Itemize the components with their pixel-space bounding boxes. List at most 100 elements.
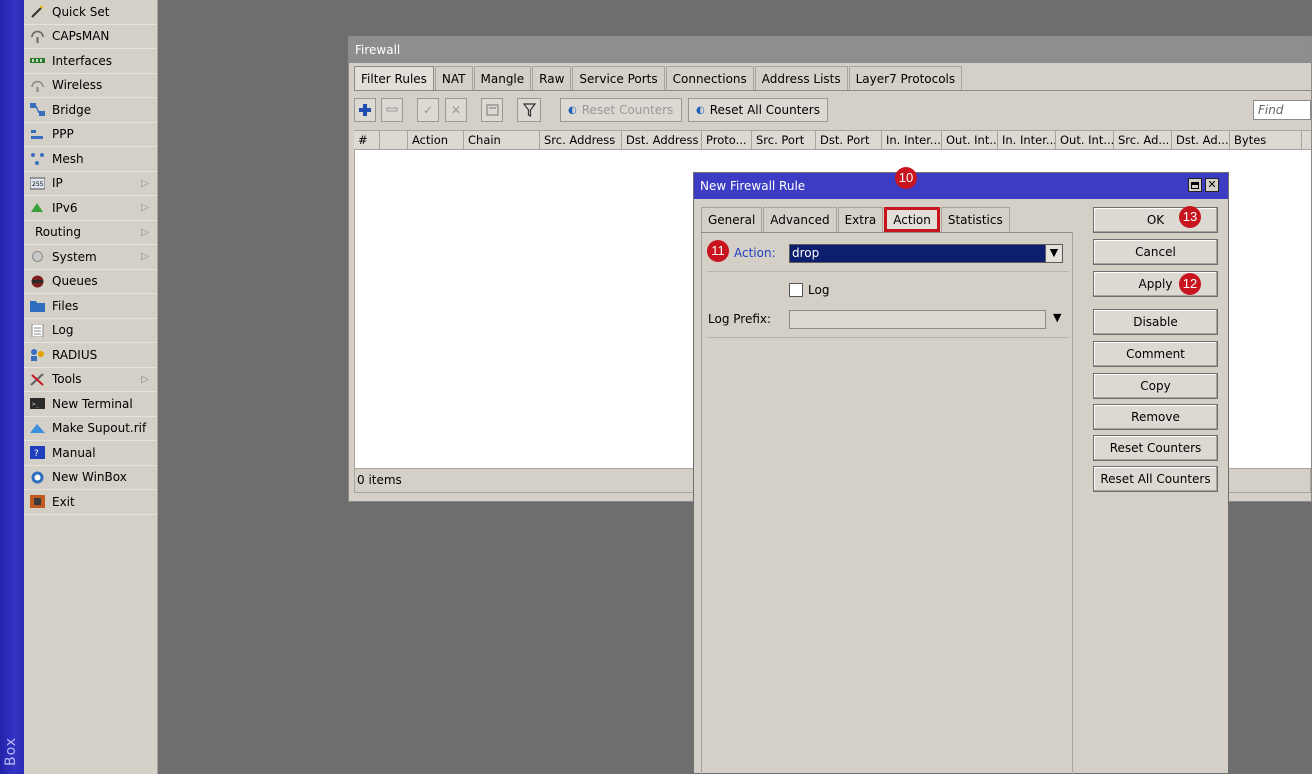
tab-connections[interactable]: Connections: [665, 66, 754, 91]
column-header[interactable]: Proto...: [702, 131, 752, 150]
tab-service-ports[interactable]: Service Ports: [572, 66, 665, 91]
sidebar-item-make-supout-rif[interactable]: Make Supout.rif: [24, 417, 157, 441]
sidebar-item-exit[interactable]: Exit: [24, 490, 157, 515]
system-icon: [30, 250, 45, 263]
close-icon: ✕: [1207, 178, 1217, 191]
action-select[interactable]: drop: [789, 244, 1052, 263]
sidebar-item-quick-set[interactable]: Quick Set: [24, 0, 157, 25]
minus-icon: [386, 107, 398, 112]
reset-icon: ◐: [568, 104, 577, 116]
sidebar-item-interfaces[interactable]: Interfaces: [24, 49, 157, 74]
dialog-tab-general[interactable]: General: [701, 207, 763, 232]
column-header[interactable]: Src. Ad...: [1114, 131, 1172, 150]
column-header[interactable]: Dst. Port: [816, 131, 882, 150]
tab-filter-rules[interactable]: Filter Rules: [354, 66, 434, 91]
column-header[interactable]: Out. Int...: [1056, 131, 1114, 150]
dialog-tabs: General Advanced Extra Action Statistics: [701, 207, 1011, 232]
sidebar-item-tools[interactable]: Tools ▷: [24, 368, 157, 392]
column-header[interactable]: Bytes: [1230, 131, 1302, 150]
remove-button[interactable]: Remove: [1093, 404, 1218, 430]
action-dropdown-button[interactable]: ▼: [1045, 244, 1063, 263]
submenu-arrow-icon: ▷: [141, 251, 149, 262]
maximize-icon: [1191, 181, 1199, 189]
find-input[interactable]: Find: [1253, 100, 1311, 120]
sidebar-item-radius[interactable]: RADIUS: [24, 343, 157, 368]
column-header[interactable]: [380, 131, 408, 150]
step-badge-12: 12: [1179, 273, 1201, 295]
dialog-tab-statistics[interactable]: Statistics: [940, 207, 1010, 232]
column-header[interactable]: Dst. Ad...: [1172, 131, 1230, 150]
column-header[interactable]: In. Inter...: [998, 131, 1056, 150]
sidebar-item-files[interactable]: Files: [24, 294, 157, 319]
firewall-toolbar: ✓ ✕ ◐ Reset Counters ◐ Reset All Counter…: [354, 97, 1311, 123]
cross-icon: ✕: [450, 103, 462, 117]
sidebar-item-wireless[interactable]: Wireless: [24, 74, 157, 98]
sidebar-item-label: IPv6: [52, 200, 78, 215]
sidebar-item-new-terminal[interactable]: >_ New Terminal: [24, 392, 157, 417]
enable-button[interactable]: ✓: [417, 98, 439, 122]
rules-column-header: # Action Chain Src. Address Dst. Address Prot…: [354, 130, 1311, 150]
cancel-button[interactable]: Cancel: [1093, 239, 1218, 265]
ppp-icon: [30, 128, 45, 141]
tab-address-lists[interactable]: Address Lists: [754, 66, 848, 91]
tab-raw[interactable]: Raw: [532, 66, 572, 91]
reset-counters-button[interactable]: ◐ Reset Counters: [560, 98, 682, 122]
column-header[interactable]: Src. Address: [540, 131, 622, 150]
sidebar-item-queues[interactable]: Queues: [24, 270, 157, 294]
comment-button[interactable]: Comment: [1093, 341, 1218, 367]
disable-button[interactable]: ✕: [445, 98, 467, 122]
firewall-tabs-divider: [354, 90, 1311, 91]
tab-mangle[interactable]: Mangle: [473, 66, 532, 91]
queues-icon: [30, 275, 45, 288]
dialog-tab-action[interactable]: Action: [884, 207, 940, 232]
reset-all-counters-button[interactable]: Reset All Counters: [1093, 466, 1218, 492]
sidebar-item-label: RADIUS: [52, 347, 98, 362]
disable-button[interactable]: Disable: [1093, 309, 1218, 335]
sidebar-item-ip[interactable]: 255 IP ▷: [24, 172, 157, 196]
tab-nat[interactable]: NAT: [434, 66, 473, 91]
column-header[interactable]: #: [354, 131, 380, 150]
sidebar-item-label: Tools: [52, 372, 82, 387]
remove-button[interactable]: [381, 98, 403, 122]
maximize-button[interactable]: [1188, 178, 1202, 192]
sidebar-item-log[interactable]: Log: [24, 319, 157, 343]
log-prefix-dropdown-icon[interactable]: ▼: [1053, 311, 1061, 324]
sidebar-item-label: IP: [52, 176, 63, 191]
filter-button[interactable]: [517, 98, 541, 122]
wand-icon: [30, 5, 45, 18]
log-checkbox[interactable]: [789, 283, 803, 297]
sidebar-item-capsman[interactable]: CAPsMAN: [24, 25, 157, 49]
sidebar-item-label: New WinBox: [52, 470, 127, 485]
column-header[interactable]: Action: [408, 131, 464, 150]
reset-all-counters-button[interactable]: ◐ Reset All Counters: [688, 98, 828, 122]
sidebar-item-label: Queues: [52, 274, 98, 289]
column-header[interactable]: Src. Port: [752, 131, 816, 150]
dialog-tab-extra[interactable]: Extra: [837, 207, 884, 232]
firewall-titlebar[interactable]: Firewall: [349, 37, 1311, 63]
close-button[interactable]: ✕: [1205, 178, 1219, 192]
add-button[interactable]: [354, 98, 376, 122]
copy-button[interactable]: Copy: [1093, 373, 1218, 399]
reset-counters-button[interactable]: Reset Counters: [1093, 435, 1218, 461]
submenu-arrow-icon: ▷: [141, 177, 149, 189]
sidebar-item-bridge[interactable]: Bridge: [24, 98, 157, 123]
comment-button[interactable]: [481, 98, 503, 122]
sidebar-item-ipv6[interactable]: IPv6 ▷: [24, 196, 157, 221]
sidebar-item-mesh[interactable]: Mesh: [24, 147, 157, 172]
sidebar-item-system[interactable]: System ▷: [24, 245, 157, 270]
column-header[interactable]: Chain: [464, 131, 540, 150]
dialog-tab-advanced[interactable]: Advanced: [763, 207, 837, 232]
log-prefix-input[interactable]: [789, 310, 1046, 329]
column-header[interactable]: Dst. Address: [622, 131, 702, 150]
column-header[interactable]: Out. Int...: [942, 131, 998, 150]
sidebar-item-ppp[interactable]: PPP: [24, 123, 157, 147]
column-header[interactable]: In. Inter...: [882, 131, 942, 150]
tab-layer7-protocols[interactable]: Layer7 Protocols: [848, 66, 963, 91]
dialog-titlebar[interactable]: New Firewall Rule ✕: [694, 173, 1228, 199]
submenu-arrow-icon: ▷: [141, 373, 149, 385]
reset-all-counters-label: Reset All Counters: [709, 103, 820, 117]
sidebar-item-new-winbox[interactable]: New WinBox: [24, 466, 157, 490]
sidebar-item-manual[interactable]: ? Manual: [24, 441, 157, 466]
sidebar-item-routing[interactable]: Routing ▷: [24, 221, 157, 245]
log-icon: [30, 323, 45, 338]
